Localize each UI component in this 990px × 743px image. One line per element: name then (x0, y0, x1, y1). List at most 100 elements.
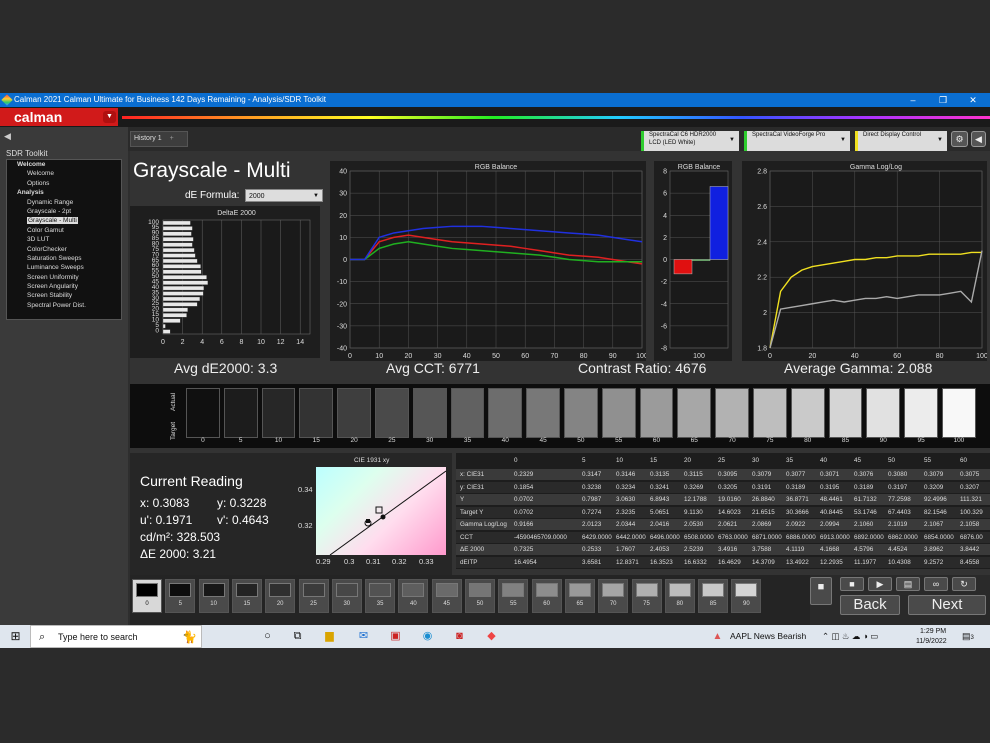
mail-icon[interactable]: ✉ (356, 629, 371, 644)
patch-button[interactable]: 70 (598, 579, 629, 613)
grayscale-swatch (677, 388, 712, 438)
windows-start-icon[interactable]: ⊞ (8, 629, 23, 644)
patch-button[interactable]: 75 (631, 579, 662, 613)
app-menu-arrow-icon[interactable]: ▼ (103, 111, 116, 123)
sidebar-item-label: Luminance Sweeps (27, 264, 84, 272)
patch-label: 70 (609, 601, 617, 607)
minimize-button[interactable]: – (898, 93, 928, 107)
patch-button[interactable]: 65 (564, 579, 595, 613)
patch-button[interactable]: 85 (698, 579, 729, 613)
table-cell: 2.4053 (650, 546, 670, 553)
table-cell: 6442.0000 (616, 533, 646, 541)
meter-device-selector[interactable]: SpectraCal C6 HDR2000 LCD (LED White) ▼ (641, 131, 739, 151)
save-icon[interactable]: ▤ (896, 577, 920, 591)
sidebar-item[interactable]: ColorChecker (7, 245, 121, 254)
add-history-icon[interactable]: + (170, 135, 174, 142)
sidebar-item[interactable]: Saturation Sweeps (7, 254, 121, 263)
sidebar-item[interactable]: Color Gamut (7, 226, 121, 235)
sidebar-item-label: Grayscale - Multi (27, 217, 78, 225)
y-tick-label: 0 (155, 327, 159, 334)
patch-button[interactable]: 15 (231, 579, 262, 613)
collapse-arrow-icon[interactable]: ◀ (971, 131, 986, 147)
patch-button[interactable]: 10 (198, 579, 229, 613)
deltae-bar (162, 329, 171, 334)
sidebar-item[interactable]: Welcome (7, 169, 121, 178)
record-icon[interactable]: ■ (810, 577, 832, 605)
table-row: CCT -4590465709.0000 6429.0000 6442.0000 649… (456, 531, 990, 543)
patch-button[interactable]: 60 (531, 579, 562, 613)
de-formula-select[interactable]: 2000 ▼ (245, 189, 323, 202)
table-cell: 12.8371 (616, 558, 639, 566)
sidebar-item[interactable]: Spectral Power Dist. (7, 301, 121, 310)
camera-app-icon[interactable]: ◙ (452, 629, 467, 644)
patch-button[interactable]: 30 (331, 579, 362, 613)
table-cell: 6763.0000 (718, 533, 748, 541)
file-explorer-icon[interactable]: ▆ (322, 629, 337, 644)
sidebar-item[interactable]: Analysis (7, 188, 121, 197)
patch-button[interactable]: 45 (431, 579, 462, 613)
refresh-icon[interactable]: ↻ (952, 577, 976, 591)
loop-icon[interactable]: ∞ (924, 577, 948, 591)
y-tick-label: 1.8 (757, 346, 767, 353)
sidebar-item[interactable]: Dynamic Range (7, 198, 121, 207)
source-device-selector[interactable]: SpectraCal VideoForge Pro ▼ (744, 131, 850, 151)
taskbar-search[interactable]: ⌕ Type here to search 🐈 (30, 625, 202, 648)
notification-icon[interactable]: ▤3 (962, 625, 974, 648)
sidebar-item[interactable]: Screen Uniformity (7, 273, 121, 282)
patch-label: 45 (443, 601, 451, 607)
task-view-icon[interactable]: ⧉ (290, 629, 305, 644)
deltae-bar (162, 226, 193, 231)
sidebar-item[interactable]: Screen Angularity (7, 282, 121, 291)
swatch-level-label: 30 (426, 437, 434, 444)
table-cell: 2.0344 (616, 521, 636, 528)
close-button[interactable]: ✕ (958, 93, 988, 107)
table-cell: 3.7588 (752, 546, 772, 553)
window-title: Calman 2021 Calman Ultimate for Business… (14, 95, 326, 104)
patch-button[interactable]: 0 (132, 579, 162, 613)
patch-button[interactable]: 80 (664, 579, 695, 613)
chevron-down-icon: ▼ (937, 137, 943, 143)
patch-button[interactable]: 55 (498, 579, 529, 613)
table-cell: 0.3209 (924, 483, 944, 491)
sidebar-item[interactable]: Welcome (7, 160, 121, 169)
patch-button[interactable]: 35 (365, 579, 396, 613)
sidebar-item[interactable]: Grayscale - Multi (7, 216, 121, 225)
system-tray-icons[interactable]: ⌃ ◫ ♨ ☁ ◑ ▭ (822, 625, 878, 648)
patch-button[interactable]: 90 (731, 579, 762, 613)
app-window: Calman 2021 Calman Ultimate for Business… (0, 93, 990, 648)
maximize-button[interactable]: ❐ (928, 93, 958, 107)
stop-icon[interactable]: ■ (840, 577, 864, 591)
patch-swatch (568, 583, 591, 597)
back-button[interactable]: Back (840, 595, 900, 615)
settings-gear-icon[interactable]: ⚙ (951, 131, 968, 147)
patch-button[interactable]: 25 (298, 579, 329, 613)
table-cell: 0.3197 (888, 483, 908, 491)
calman-logo[interactable]: calman ▼ (0, 108, 118, 126)
patch-button[interactable]: 5 (165, 579, 196, 613)
history-tab[interactable]: History 1 + (130, 131, 188, 147)
sidebar-item[interactable]: Grayscale - 2pt (7, 207, 121, 216)
play-icon[interactable]: ▶ (868, 577, 892, 591)
x-tick-label: 30 (434, 353, 442, 360)
table-cell: 6496.0000 (650, 533, 680, 541)
cie-point (366, 519, 370, 523)
patch-swatch (369, 583, 392, 597)
back-arrow-icon[interactable]: ◀ (4, 131, 11, 142)
news-ticker[interactable]: AAPL News Bearish (730, 625, 806, 648)
table-cell: 14.6023 (718, 508, 741, 516)
next-button[interactable]: Next (908, 595, 986, 615)
edge-browser-icon[interactable]: ◉ (420, 629, 435, 644)
patch-button[interactable]: 20 (265, 579, 296, 613)
cortana-icon[interactable]: ○ (260, 629, 275, 644)
calman-taskbar-icon[interactable]: ◆ (484, 629, 499, 644)
display-device-selector[interactable]: Direct Display Control ▼ (855, 131, 947, 151)
sidebar-item[interactable]: Luminance Sweeps (7, 263, 121, 272)
gift-icon[interactable]: ▣ (388, 629, 403, 644)
table-cell: 6429.0000 (582, 533, 612, 541)
patch-button[interactable]: 40 (398, 579, 429, 613)
sidebar-item-label: Grayscale - 2pt (27, 207, 72, 215)
sidebar-item[interactable]: 3D LUT (7, 235, 121, 244)
patch-button[interactable]: 50 (465, 579, 495, 613)
sidebar-item[interactable]: Options (7, 179, 121, 188)
sidebar-item[interactable]: Screen Stability (7, 291, 121, 300)
